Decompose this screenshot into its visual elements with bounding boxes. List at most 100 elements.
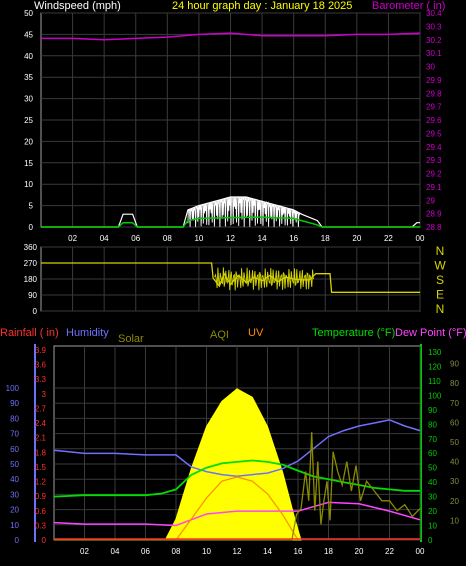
rain-tick-label: 0 [42,536,47,545]
rain-y-axis: 0 0.3 0.6 0.9 1.2 1.5 1.8 2.1 2.4 2.7 3 3.3 3.6 3.9 [35,346,47,545]
barometer-tick-label: 29.2 [426,170,442,179]
wind-x-tick-label: 22 [384,234,393,243]
temperature-tick-label: 80 [428,420,437,429]
rain-label: Rainfall ( in) [0,327,59,339]
uv-label: UV [248,327,264,339]
barometer-tick-label: 29.9 [426,76,442,85]
compass-label: N [436,244,445,258]
wind-x-tick-label: 10 [194,234,203,243]
humidity-tick-label: 50 [10,460,19,469]
barometer-tick-label: 29.8 [426,89,442,98]
compass-label: W [434,259,446,273]
multi-x-tick-label: 10 [202,547,211,556]
wind-x-tick-label: 12 [226,234,235,243]
compass-label: N [436,302,445,316]
wind-x-axis: 02 04 06 08 10 12 14 16 18 20 22 00 [68,234,425,243]
temperature-label: Temperature (°F) [312,327,395,339]
temperature-tick-label: 130 [428,348,442,357]
temperature-tick-label: 30 [428,493,437,502]
direction-y-axis: 0 90 180 270 360 [24,243,38,316]
rain-tick-label: 0.9 [35,492,47,501]
rain-tick-label: 3 [42,390,47,399]
temperature-tick-label: 40 [428,478,437,487]
aqi-tick-label: 90 [450,360,459,369]
humidity-tick-label: 90 [10,399,19,408]
barometer-tick-label: 30.3 [426,22,442,31]
wind-tick-label: 35 [24,73,33,82]
temperature-tick-label: 60 [428,449,437,458]
rain-tick-label: 2.1 [35,434,47,443]
wind-x-tick-label: 14 [258,234,267,243]
temperature-tick-label: 0 [428,536,433,545]
aqi-tick-label: 80 [450,379,459,388]
wind-tick-label: 10 [24,180,33,189]
temperature-tick-label: 20 [428,507,437,516]
rain-tick-label: 2.4 [35,419,47,428]
aqi-tick-label: 20 [450,497,459,506]
rain-tick-label: 1.2 [35,478,47,487]
humidity-tick-label: 0 [15,536,20,545]
wind-x-tick-label: 18 [321,234,330,243]
temperature-tick-label: 100 [428,391,442,400]
barometer-tick-label: 28.9 [426,210,442,219]
multi-x-tick-label: 22 [385,547,394,556]
rain-tick-label: 0.3 [35,521,47,530]
wind-tick-label: 15 [24,159,33,168]
aqi-tick-label: 10 [450,516,459,525]
aqi-tick-label: 40 [450,458,459,467]
humidity-tick-label: 10 [10,521,19,530]
barometer-tick-label: 29.7 [426,103,442,112]
aqi-tick-label: 50 [450,438,459,447]
humidity-tick-label: 20 [10,506,19,515]
direction-tick-label: 180 [24,275,38,284]
multi-x-tick-label: 16 [294,547,303,556]
direction-tick-label: 90 [28,291,37,300]
wind-tick-label: 50 [24,9,33,18]
multi-x-tick-label: 02 [80,547,89,556]
barometer-tick-label: 29.4 [426,143,442,152]
multi-x-tick-label: 14 [263,547,272,556]
temperature-tick-label: 120 [428,362,442,371]
temperature-tick-label: 110 [428,377,441,386]
multi-x-tick-label: 00 [416,547,425,556]
aqi-tick-label: 60 [450,418,459,427]
humidity-label: Humidity [66,327,109,339]
aqi-tick-label: 70 [450,399,459,408]
humidity-tick-label: 80 [10,414,19,423]
wind-tick-label: 0 [29,223,34,232]
gust-detail [187,196,301,228]
barometer-tick-label: 29.3 [426,156,442,165]
barometer-tick-label: 28.8 [426,223,442,232]
dewpoint-label: Dew Point (°F) [395,327,466,339]
wind-tick-label: 30 [24,95,33,104]
humidity-tick-label: 30 [10,490,19,499]
rain-tick-label: 3.6 [35,361,47,370]
rain-tick-label: 1.5 [35,463,47,472]
rain-tick-label: 2.7 [35,404,47,413]
humidity-tick-label: 70 [10,430,19,439]
barometer-tick-label: 29.6 [426,116,442,125]
wind-grid [41,12,421,228]
solar-label: Solar [118,333,144,345]
wind-x-tick-label: 00 [416,234,425,243]
direction-tick-label: 360 [24,243,38,252]
aqi-label: AQI [210,329,229,341]
wind-x-tick-label: 08 [163,234,172,243]
aqi-tick-label: 30 [450,477,459,486]
wind-tick-label: 45 [24,30,33,39]
wind-tick-label: 25 [24,116,33,125]
multi-x-tick-label: 04 [111,547,120,556]
wind-tick-label: 40 [24,52,33,61]
barometer-tick-label: 30.1 [426,49,442,58]
multi-x-axis: 02 04 06 08 10 12 14 16 18 20 22 00 [80,547,425,556]
humidity-tick-label: 60 [10,445,19,454]
weather-graph: Windspeed (mph) 24 hour graph day : Janu… [0,0,466,556]
wind-x-tick-label: 06 [131,234,140,243]
barometer-tick-label: 30.4 [426,9,442,18]
wind-x-tick-label: 20 [352,234,361,243]
wind-tick-label: 20 [24,137,33,146]
graph-title: 24 hour graph day : January 18 2025 [172,0,352,12]
barometer-tick-label: 30.2 [426,36,442,45]
multi-x-tick-label: 18 [324,547,333,556]
direction-tick-label: 0 [33,307,38,316]
